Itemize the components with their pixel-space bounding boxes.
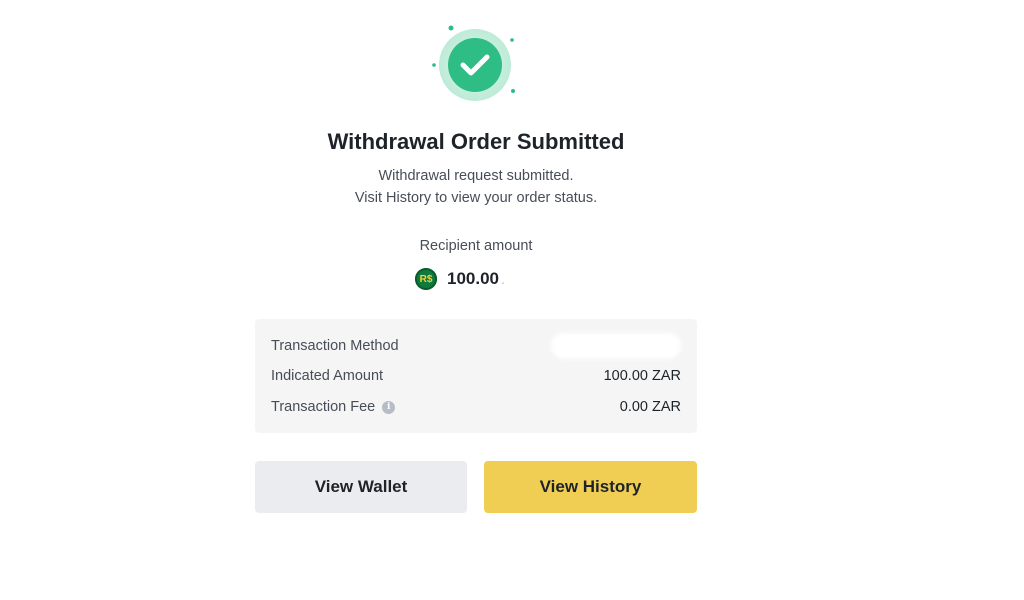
subtitle-line-2: Visit History to view your order status. — [354, 190, 598, 206]
detail-label: Indicated Amount — [271, 368, 384, 384]
withdrawal-success-page: Withdrawal Order Submitted Withdrawal re… — [0, 0, 1024, 600]
detail-label-text: Transaction Fee — [271, 399, 376, 415]
rand-coin-icon: R$ — [415, 268, 437, 290]
subtitle-line-1: Withdrawal request submitted. — [378, 168, 574, 184]
redacted-value — [551, 333, 681, 359]
view-history-button[interactable]: View History — [484, 461, 697, 513]
success-check-icon — [432, 25, 515, 101]
detail-row-transaction-method: Transaction Method — [271, 333, 681, 359]
page-title: Withdrawal Order Submitted — [327, 129, 625, 154]
recipient-amount-trailing: . — [501, 271, 505, 287]
recipient-amount: R$ 100.00 . — [415, 267, 505, 291]
detail-value: 0.00 ZAR — [619, 399, 681, 415]
detail-value: 100.00 ZAR — [603, 368, 681, 384]
transaction-details-panel: Transaction Method Indicated Amount 100.… — [255, 319, 697, 433]
detail-label: Transaction Method — [271, 338, 399, 354]
recipient-amount-value: 100.00 — [447, 269, 499, 288]
detail-row-indicated-amount: Indicated Amount 100.00 ZAR — [271, 366, 681, 386]
detail-row-transaction-fee: Transaction Fee i 0.00 ZAR — [271, 397, 681, 417]
info-icon[interactable]: i — [382, 400, 396, 414]
recipient-amount-label: Recipient amount — [419, 238, 533, 254]
view-wallet-button[interactable]: View Wallet — [255, 461, 467, 513]
detail-label-with-info: Transaction Fee i — [271, 399, 396, 415]
